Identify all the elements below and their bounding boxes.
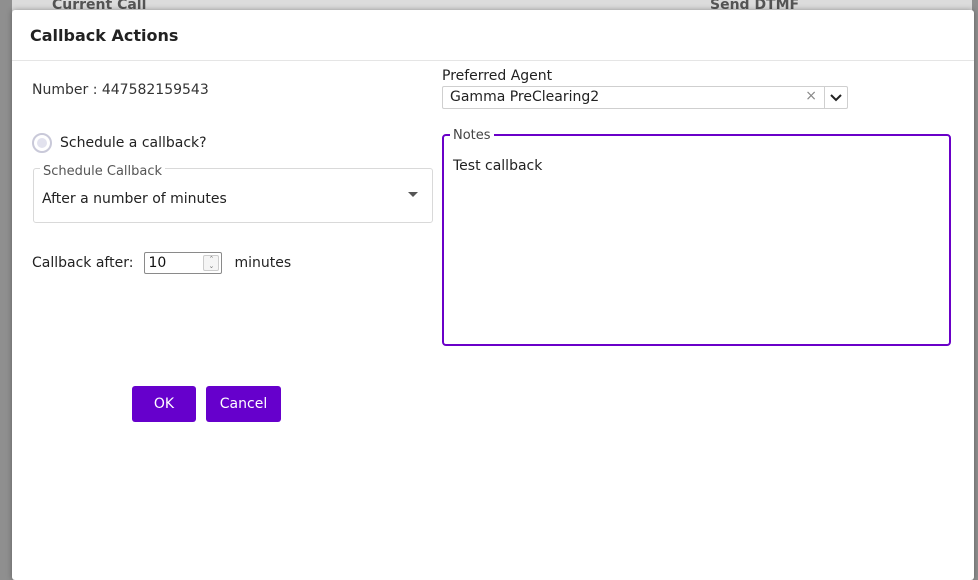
number-value: 447582159543 bbox=[101, 82, 209, 98]
schedule-callback-radio-row[interactable]: Schedule a callback? bbox=[32, 133, 207, 153]
callback-minutes-value: 10 bbox=[148, 255, 167, 271]
number-label: Number : bbox=[32, 82, 98, 98]
cancel-button[interactable]: Cancel bbox=[206, 386, 281, 422]
dialog-title: Callback Actions bbox=[30, 25, 179, 45]
preferred-agent-select[interactable]: Gamma PreClearing2 × bbox=[442, 86, 848, 109]
schedule-callback-radio-label: Schedule a callback? bbox=[60, 135, 207, 151]
callback-minutes-input[interactable]: 10 ⌃ ⌄ bbox=[144, 252, 223, 274]
schedule-callback-legend: Schedule Callback bbox=[40, 164, 166, 179]
callback-after-label: Callback after: bbox=[32, 255, 134, 271]
notes-legend: Notes bbox=[450, 128, 494, 143]
chevron-down-icon[interactable] bbox=[824, 87, 847, 108]
spinner-down-icon[interactable]: ⌄ bbox=[204, 263, 218, 270]
schedule-callback-select[interactable]: Schedule Callback After a number of minu… bbox=[33, 164, 433, 223]
preferred-agent-value: Gamma PreClearing2 bbox=[450, 89, 600, 105]
number-spinner[interactable]: ⌃ ⌄ bbox=[203, 255, 220, 271]
number-row: Number : 447582159543 bbox=[32, 82, 209, 98]
schedule-callback-value: After a number of minutes bbox=[42, 191, 227, 207]
radio-dot bbox=[37, 138, 47, 148]
caret-down-icon[interactable] bbox=[408, 192, 418, 197]
ok-button[interactable]: OK bbox=[132, 386, 196, 422]
callback-actions-dialog: Callback Actions Number : 447582159543 S… bbox=[12, 10, 974, 580]
callback-after-row: Callback after: 10 ⌃ ⌄ minutes bbox=[32, 252, 291, 274]
notes-textarea[interactable]: Notes Test callback bbox=[442, 128, 951, 346]
close-icon[interactable]: × bbox=[805, 88, 817, 104]
preferred-agent-label: Preferred Agent bbox=[442, 68, 553, 84]
dialog-header: Callback Actions bbox=[12, 10, 974, 61]
callback-unit-label: minutes bbox=[234, 255, 292, 271]
notes-value: Test callback bbox=[453, 158, 543, 174]
schedule-callback-radio[interactable] bbox=[32, 133, 52, 153]
